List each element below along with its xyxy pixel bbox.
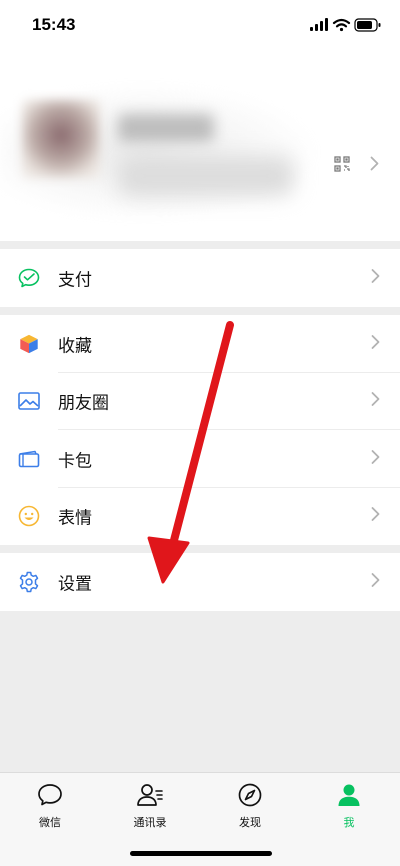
status-bar: 15:43 (0, 0, 400, 52)
chat-bubble-icon (37, 783, 63, 811)
home-indicator (130, 851, 272, 856)
profile-header[interactable] (0, 52, 400, 241)
chevron-right-icon (371, 392, 380, 411)
chevron-right-icon (371, 334, 380, 353)
contacts-icon (136, 783, 164, 811)
wifi-icon (332, 18, 351, 32)
menu-group-pay: 支付 (0, 249, 400, 307)
tab-label: 发现 (239, 816, 261, 829)
chevron-right-icon (371, 449, 380, 468)
chevron-right-icon (371, 507, 380, 526)
menu-item-label: 设置 (58, 574, 92, 595)
menu-item-settings[interactable]: 设置 (0, 553, 400, 611)
menu-item-favorites[interactable]: 收藏 (0, 315, 400, 373)
menu-item-pay[interactable]: 支付 (0, 249, 400, 307)
qr-code-icon[interactable] (334, 156, 350, 172)
compass-icon (238, 783, 262, 811)
battery-icon (354, 18, 381, 32)
menu-item-moments[interactable]: 朋友圈 (0, 373, 400, 431)
favorites-cube-icon (18, 333, 40, 355)
tab-me[interactable]: 我 (319, 783, 379, 830)
wechat-id-blurred (118, 156, 294, 196)
menu-item-stickers[interactable]: 表情 (0, 488, 400, 546)
person-icon (337, 783, 361, 811)
status-time: 15:43 (32, 15, 76, 34)
menu-group-settings: 设置 (0, 553, 400, 611)
tab-discover[interactable]: 发现 (220, 783, 280, 830)
menu-item-cards[interactable]: 卡包 (0, 430, 400, 488)
card-wallet-icon (18, 448, 40, 470)
menu-item-label: 收藏 (58, 336, 92, 357)
avatar[interactable] (22, 100, 100, 178)
status-icons (310, 17, 382, 36)
wechat-pay-icon (18, 267, 40, 289)
menu-item-label: 卡包 (58, 451, 92, 472)
cellular-signal-icon (310, 18, 328, 31)
chevron-right-icon (371, 572, 380, 591)
menu-item-label: 朋友圈 (58, 393, 109, 414)
tab-label: 我 (343, 816, 355, 829)
moments-picture-icon (18, 390, 40, 412)
tab-label: 微信 (39, 816, 61, 829)
tab-contacts[interactable]: 通讯录 (120, 783, 180, 830)
tab-label: 通讯录 (133, 816, 167, 829)
gear-icon (18, 571, 40, 593)
chevron-right-icon (371, 268, 380, 287)
tab-chats[interactable]: 微信 (20, 783, 80, 830)
nickname-blurred (118, 114, 214, 142)
smiley-icon (18, 505, 40, 527)
menu-item-label: 支付 (58, 270, 92, 291)
chevron-right-icon (370, 156, 379, 175)
menu-group-services: 收藏 朋友圈 卡包 表情 (0, 315, 400, 545)
menu-item-label: 表情 (58, 508, 92, 529)
